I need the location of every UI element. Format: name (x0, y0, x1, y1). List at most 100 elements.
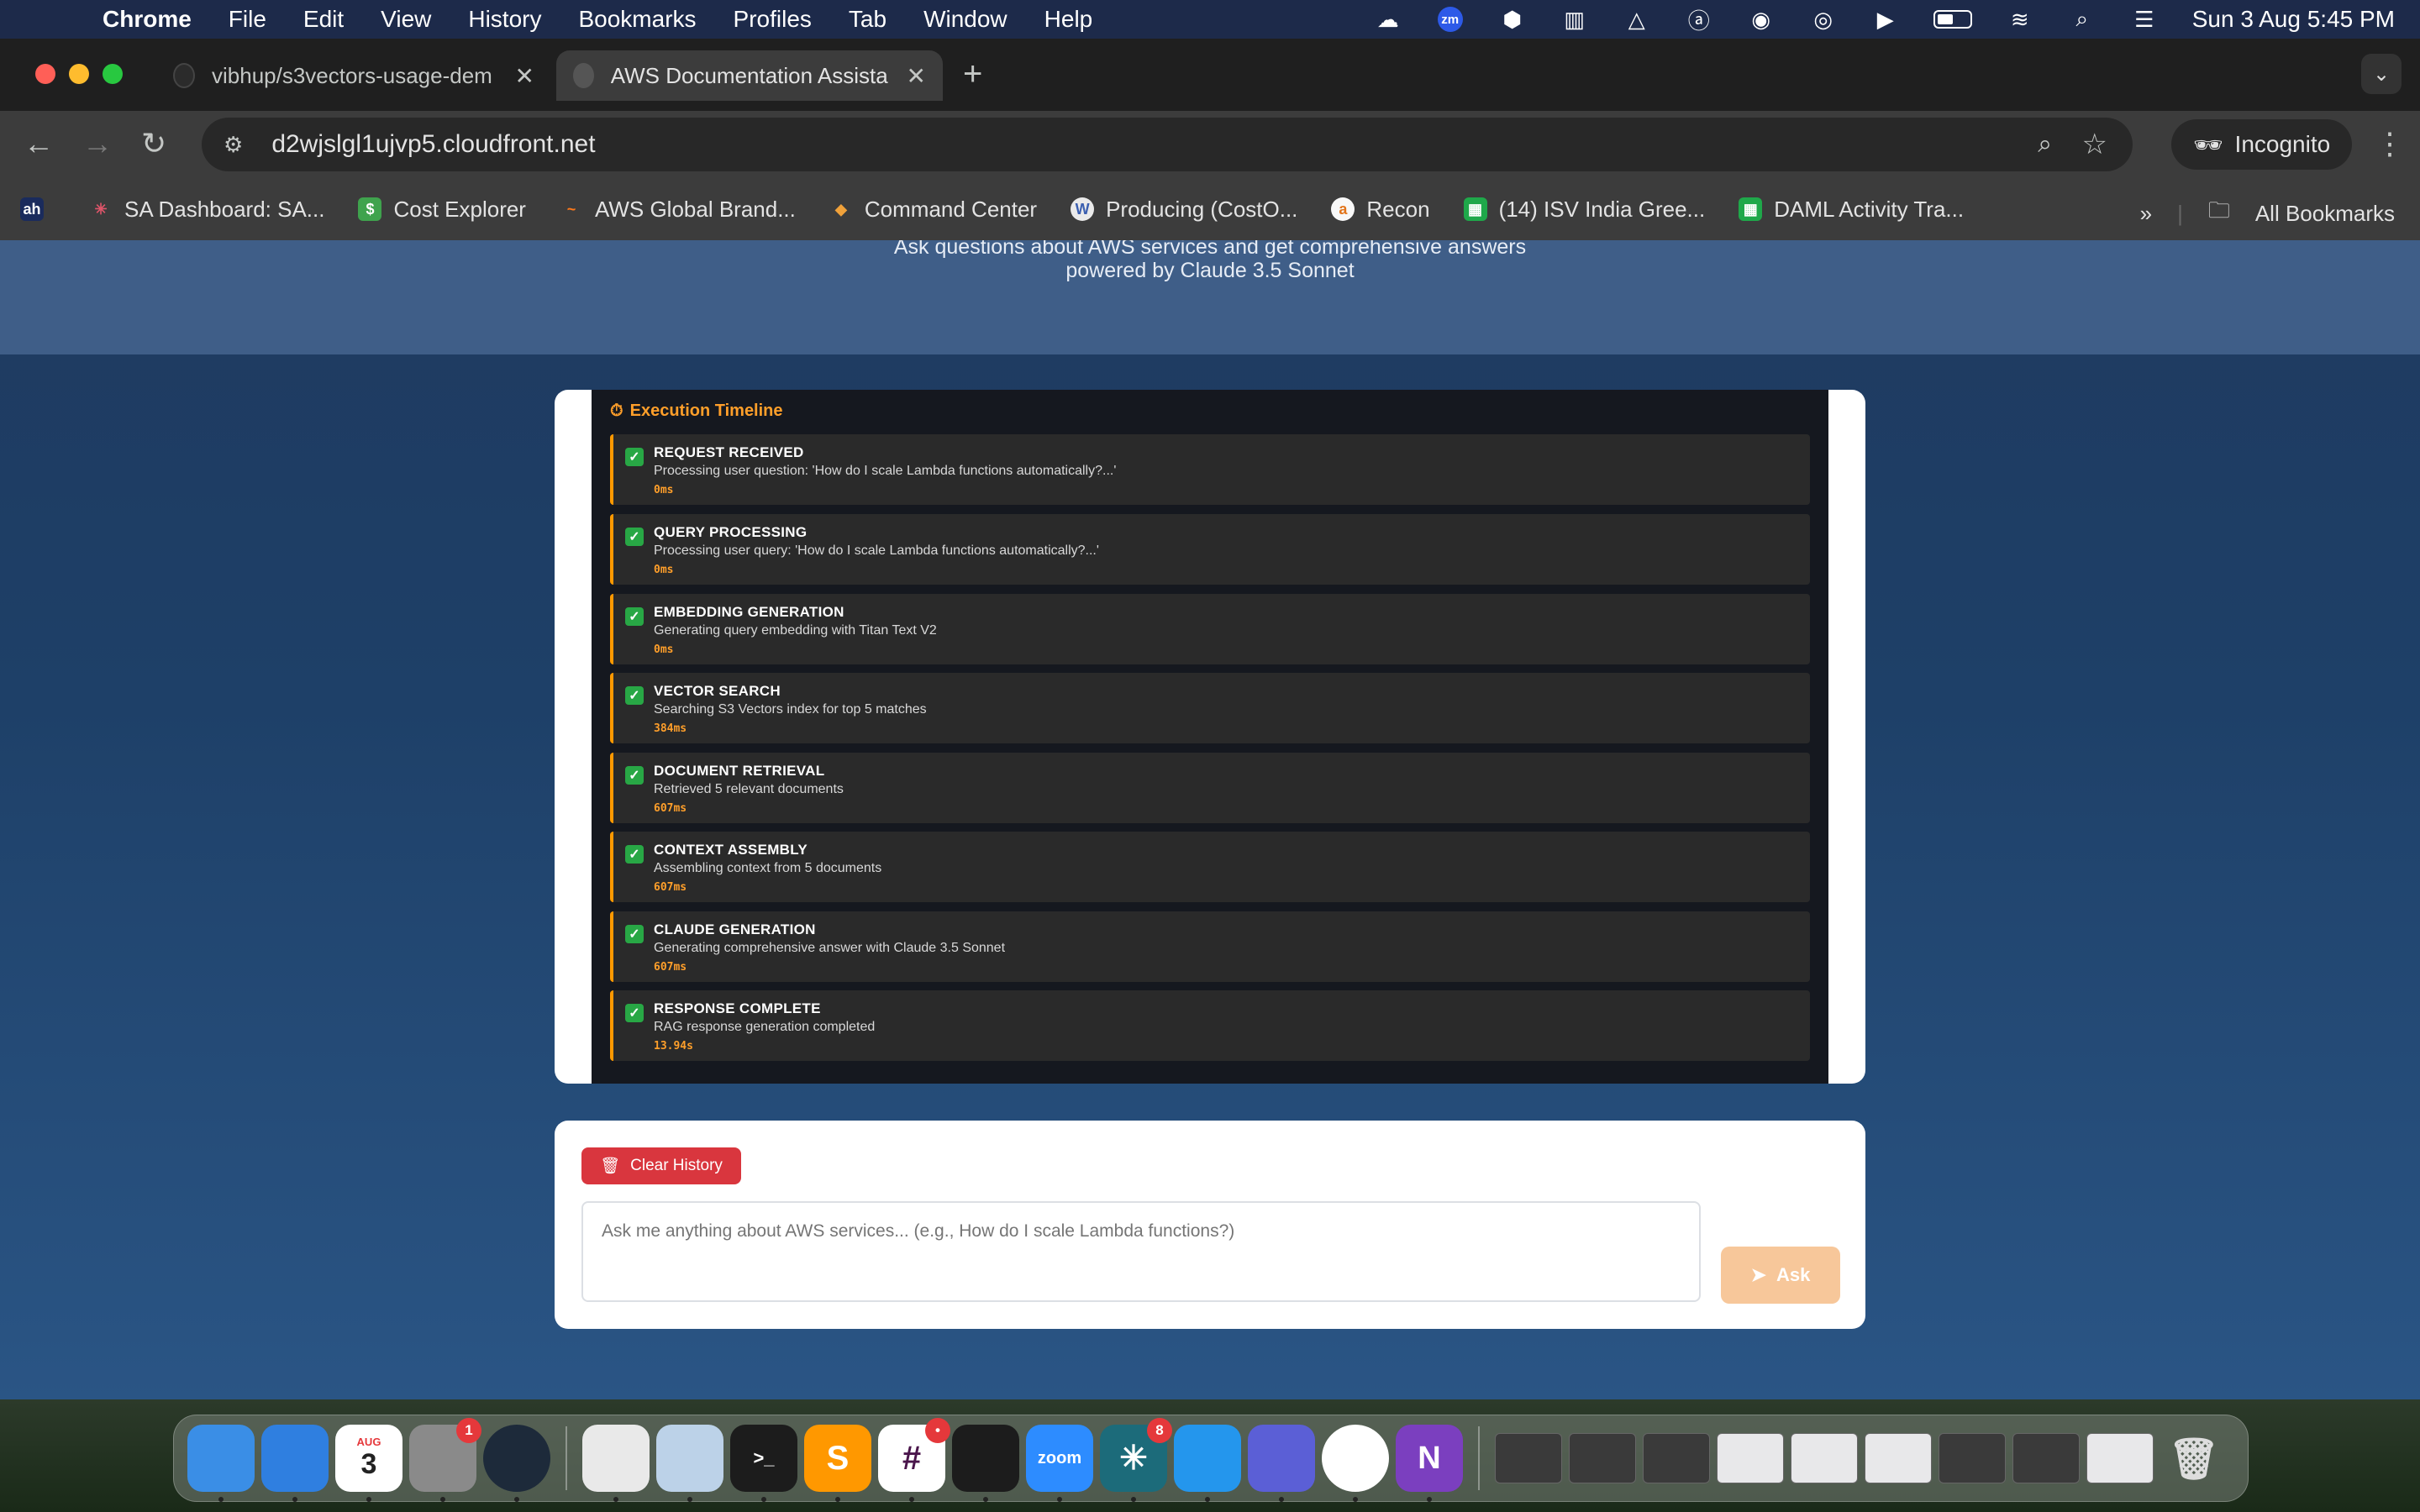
control-center-icon[interactable]: ☰ (2130, 7, 2159, 32)
url-text[interactable]: d2wjslgl1ujvp5.cloudfront.net (271, 130, 595, 159)
menu-tab[interactable]: Tab (849, 6, 886, 33)
onenote-glyph: N (1418, 1440, 1441, 1476)
site-settings-icon[interactable]: ⚙ (224, 132, 243, 158)
check-icon: ✓ (625, 686, 644, 705)
zoom-icon[interactable]: zoom (1026, 1425, 1093, 1502)
minimized-window-thumbnail[interactable] (1495, 1433, 1562, 1483)
clipboard-icon[interactable]: ▥ (1560, 7, 1589, 32)
perplexity-icon[interactable]: ✳ 8 (1100, 1418, 1172, 1502)
question-textarea[interactable] (581, 1201, 1701, 1302)
bookmark-item[interactable]: ▦ DAML Activity Tra... (1739, 197, 1964, 223)
close-window-button[interactable] (35, 64, 55, 84)
all-bookmarks-button[interactable]: All Bookmarks (2255, 201, 2395, 227)
menu-clock[interactable]: Sun 3 Aug 5:45 PM (2192, 6, 2395, 33)
bookmarks-overflow-icon[interactable]: » (2140, 201, 2152, 227)
finder-icon[interactable] (187, 1425, 255, 1502)
step-description: Retrieved 5 relevant documents (654, 782, 844, 796)
bookmark-item[interactable]: a Recon (1331, 197, 1430, 223)
menu-history[interactable]: History (468, 6, 541, 33)
step-description: Generating query embedding with Titan Te… (654, 623, 937, 638)
running-indicator (1057, 1497, 1062, 1502)
sublime-text-icon[interactable]: S (804, 1425, 871, 1502)
minimized-window-thumbnail[interactable] (1569, 1433, 1636, 1483)
menu-file[interactable]: File (229, 6, 266, 33)
bookmark-item[interactable]: $ Cost Explorer (358, 197, 526, 223)
zoom-icon[interactable]: ⌕ (2038, 130, 2052, 159)
bookmark-item[interactable]: ▦ (14) ISV India Gree... (1463, 197, 1705, 223)
bookmark-item[interactable]: ◆ Command Center (829, 197, 1037, 223)
new-tab-button[interactable]: + (963, 55, 982, 93)
amazon-icon[interactable]: ⓐ (1685, 7, 1713, 34)
incognito-icon: 🕶 (2193, 131, 2223, 158)
textedit-icon[interactable] (582, 1425, 650, 1502)
battery-icon[interactable] (1933, 10, 1972, 29)
address-bar[interactable]: ⚙ d2wjslgl1ujvp5.cloudfront.net ⌕ ☆ (202, 118, 2133, 171)
system-settings-icon[interactable]: 1 (409, 1418, 481, 1502)
minimize-window-button[interactable] (69, 64, 89, 84)
bookmark-item[interactable]: ~ AWS Global Brand... (560, 197, 796, 223)
slack-icon[interactable]: # • (878, 1418, 950, 1502)
onenote-icon[interactable]: N (1396, 1425, 1463, 1502)
triangle-network-icon[interactable]: △ (1623, 7, 1651, 32)
calendar-icon[interactable]: AUG 3 (335, 1425, 402, 1502)
workspaces-icon[interactable] (1248, 1425, 1315, 1502)
slack-glyph: # (902, 1439, 922, 1477)
incognito-button[interactable]: 🕶 Incognito (2171, 119, 2353, 170)
notification-badge: • (925, 1418, 950, 1443)
weather-icon[interactable]: ☁ (1374, 7, 1402, 32)
zoom-window-button[interactable] (103, 64, 123, 84)
tab-close-icon[interactable]: ✕ (907, 62, 926, 90)
minimized-window-thumbnail[interactable] (1643, 1433, 1710, 1483)
spotlight-search-icon[interactable]: ⌕ (2068, 6, 2096, 32)
menu-edit[interactable]: Edit (303, 6, 344, 33)
docker-icon[interactable] (1174, 1425, 1241, 1502)
minimized-window-thumbnail[interactable] (1865, 1433, 1932, 1483)
minimized-window-thumbnail[interactable] (1717, 1433, 1784, 1483)
monitor-app-icon[interactable] (483, 1425, 550, 1502)
bookmark-icon: W (1071, 197, 1095, 221)
minimized-window-thumbnail[interactable] (1791, 1433, 1858, 1483)
ask-button[interactable]: ➤ Ask (1721, 1247, 1840, 1304)
menu-help[interactable]: Help (1044, 6, 1093, 33)
wifi-icon[interactable]: ≋ (2006, 7, 2034, 32)
menu-bookmarks[interactable]: Bookmarks (578, 6, 696, 33)
tab-aws-doc-assistant[interactable]: AWS Documentation Assistan ✕ (556, 50, 943, 101)
chrome-menu-icon[interactable]: ⋮ (2375, 126, 2405, 161)
preview-icon[interactable] (656, 1425, 723, 1502)
menu-profiles[interactable]: Profiles (734, 6, 812, 33)
hexagon-app-icon[interactable]: ⬢ (1498, 7, 1527, 32)
running-indicator (1427, 1497, 1432, 1502)
screen-record-icon[interactable]: ◉ (1747, 7, 1776, 32)
bookmark-item[interactable]: ah (20, 197, 55, 221)
ask-label: Ask (1776, 1264, 1811, 1285)
chrome-icon[interactable] (1322, 1425, 1389, 1502)
focus-icon[interactable]: ◎ (1809, 7, 1838, 32)
back-button[interactable]: ← (24, 126, 54, 161)
zoom-menu-icon[interactable]: zm (1436, 7, 1465, 32)
minimized-window-thumbnail[interactable] (1939, 1433, 2006, 1483)
reload-button[interactable]: ↻ (141, 126, 166, 161)
tab-search-button[interactable]: ⌄ (2361, 54, 2402, 94)
menu-app-name[interactable]: Chrome (103, 6, 192, 33)
bookmark-item[interactable]: W Producing (CostO... (1071, 197, 1297, 223)
bookmark-item[interactable]: ✳ SA Dashboard: SA... (89, 197, 324, 223)
safari-icon[interactable] (261, 1425, 329, 1502)
tab-github[interactable]: vibhup/s3vectors-usage-dem ✕ (156, 50, 551, 101)
trash-icon[interactable]: 🗑 (2160, 1425, 2228, 1492)
bookmark-star-icon[interactable]: ☆ (2082, 128, 2107, 161)
minimized-window-thumbnail[interactable] (2012, 1433, 2080, 1483)
step-duration: 384ms (654, 722, 687, 735)
clear-history-button[interactable]: 🗑 Clear History (581, 1147, 741, 1184)
terminal-icon[interactable]: >_ (730, 1425, 797, 1502)
timeline-header: ⏱ Execution Timeline (610, 402, 783, 421)
tab-close-icon[interactable]: ✕ (515, 62, 534, 90)
menu-view[interactable]: View (381, 6, 431, 33)
github-icon (173, 63, 195, 88)
zoom-glyph: zoom (1037, 1448, 1082, 1467)
forward-button[interactable]: → (82, 126, 113, 161)
activity-monitor-icon[interactable] (952, 1425, 1019, 1502)
menu-window[interactable]: Window (923, 6, 1007, 33)
notification-badge: 8 (1147, 1418, 1172, 1443)
minimized-window-thumbnail[interactable] (2086, 1433, 2154, 1483)
play-icon[interactable]: ▶ (1871, 7, 1900, 32)
